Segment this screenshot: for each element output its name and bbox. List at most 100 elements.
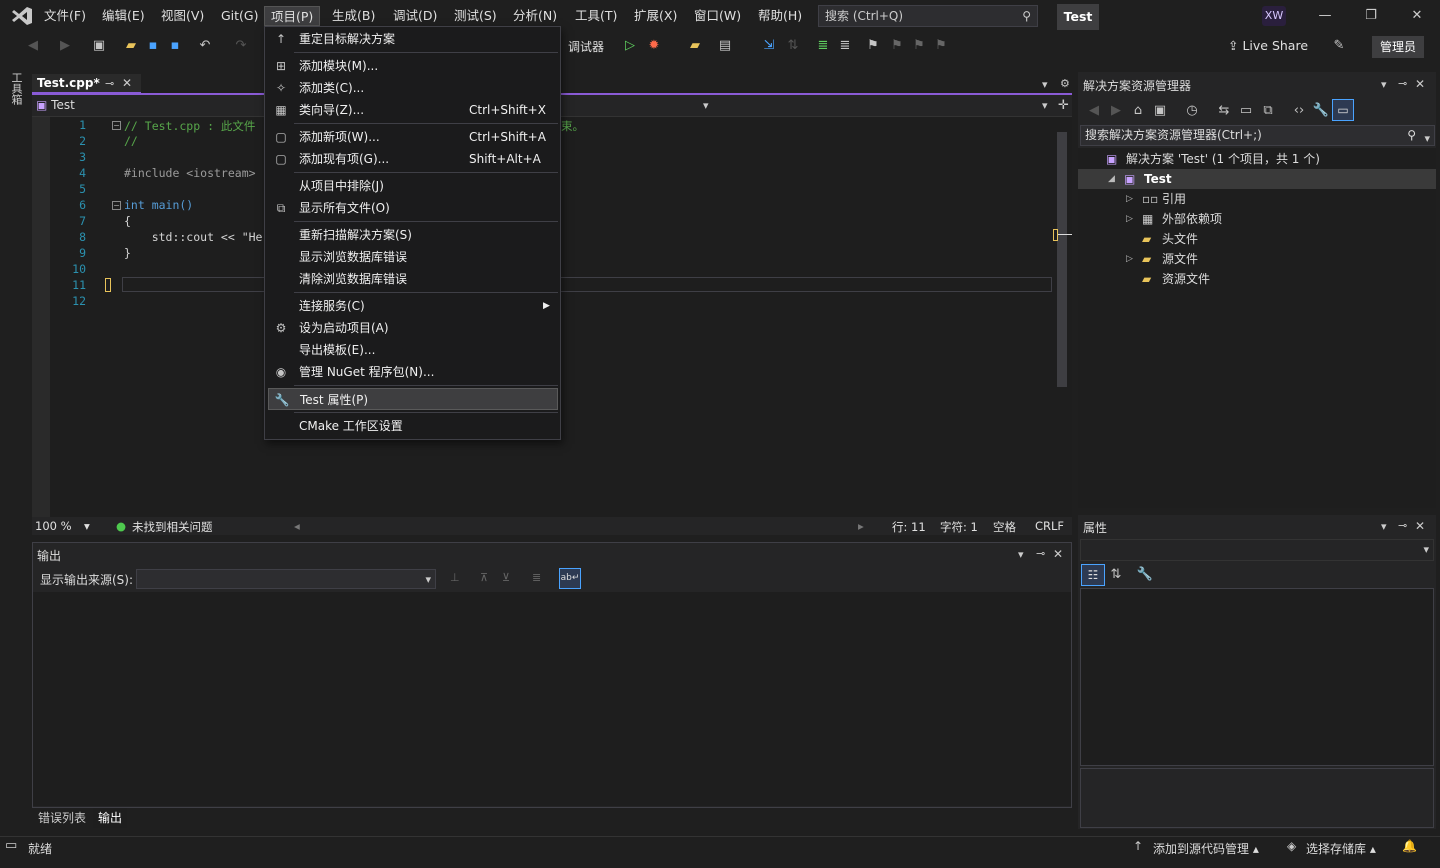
- project-menu-item[interactable]: ◉ 管理 NuGet 程序包(N)...: [268, 361, 558, 383]
- clear-bookmarks-icon[interactable]: ⚑: [932, 36, 950, 56]
- clear-all-icon[interactable]: ≣: [532, 571, 541, 584]
- menu-item[interactable]: 编辑(E): [96, 6, 151, 26]
- categorized-icon[interactable]: ☷: [1081, 564, 1105, 586]
- output-options-icon[interactable]: ▾: [1018, 548, 1024, 561]
- expand-toggle-icon[interactable]: ▷: [1126, 209, 1133, 229]
- project-menu-item[interactable]: 重新扫描解决方案(S): [268, 224, 558, 246]
- output-text-area[interactable]: [33, 592, 1071, 806]
- expand-toggle-icon[interactable]: ▷: [1126, 249, 1133, 269]
- project-menu-item[interactable]: 导出模板(E)...: [268, 339, 558, 361]
- fold-toggle-icon[interactable]: −: [112, 121, 121, 130]
- prev-bookmark-icon[interactable]: ⚑: [888, 36, 906, 56]
- undo-icon[interactable]: ↶: [196, 36, 214, 56]
- forward-icon[interactable]: ▶: [56, 36, 74, 56]
- restore-button[interactable]: ❐: [1348, 4, 1394, 28]
- preview-selected-icon[interactable]: ▭: [1332, 99, 1354, 121]
- open-folder-icon[interactable]: ▰: [122, 36, 140, 56]
- tree-item[interactable]: ▷ ▫▫ 引用: [1078, 189, 1436, 209]
- tree-item[interactable]: ◢ ▣ Test: [1078, 169, 1436, 189]
- nav-project-dropdown[interactable]: ▣ Test: [36, 98, 75, 112]
- project-menu-item[interactable]: 从项目中排除(J): [268, 175, 558, 197]
- project-menu-item[interactable]: ✧ 添加类(C)...: [268, 77, 558, 99]
- debugger-label[interactable]: 调试器: [568, 38, 604, 55]
- project-menu-item[interactable]: ▦ 类向导(Z)... Ctrl+Shift+X: [268, 99, 558, 121]
- pin-icon[interactable]: ⊸: [105, 77, 114, 90]
- home-icon[interactable]: ⌂: [1129, 101, 1147, 121]
- prop-close-icon[interactable]: ✕: [1415, 519, 1425, 533]
- project-menu-item[interactable]: 连接服务(C) ▶: [268, 295, 558, 317]
- scope-dropdown-icon[interactable]: ▾: [703, 99, 709, 112]
- menu-item[interactable]: 扩展(X): [628, 6, 683, 26]
- solution-folder-icon[interactable]: ▰: [686, 36, 704, 56]
- menu-item[interactable]: 分析(N): [507, 6, 563, 26]
- next-message-icon[interactable]: ⊻: [502, 571, 510, 584]
- save-icon[interactable]: ▪: [144, 36, 162, 56]
- bookmark-icon[interactable]: ⚑: [864, 36, 882, 56]
- spaces-status[interactable]: 空格: [993, 519, 1016, 535]
- indent-icon[interactable]: ≣: [814, 36, 832, 56]
- notification-icon[interactable]: ▭: [5, 838, 17, 853]
- solution-explorer-search[interactable]: 搜索解决方案资源管理器(Ctrl+;) ⚲ ▾: [1080, 125, 1435, 146]
- member-dropdown-icon[interactable]: ▾: [1042, 99, 1048, 112]
- pending-changes-icon[interactable]: ◷: [1183, 101, 1201, 121]
- project-menu-item[interactable]: ▢ 添加新项(W)... Ctrl+Shift+A: [268, 126, 558, 148]
- project-menu-item[interactable]: ⧉ 显示所有文件(O): [268, 197, 558, 219]
- project-menu-item[interactable]: 清除浏览数据库错误: [268, 268, 558, 290]
- next-bookmark-icon[interactable]: ⚑: [910, 36, 928, 56]
- tree-item[interactable]: ▣ 解决方案 'Test' (1 个项目，共 1 个): [1078, 149, 1436, 169]
- sync-icon[interactable]: ⇆: [1215, 101, 1233, 121]
- minimize-button[interactable]: —: [1302, 4, 1348, 28]
- project-menu-item[interactable]: ↑ 重定目标解决方案: [268, 28, 558, 50]
- code-view-icon[interactable]: ‹›: [1290, 101, 1308, 121]
- project-menu-item[interactable]: ▢ 添加现有项(G)... Shift+Alt+A: [268, 148, 558, 170]
- se-back-icon[interactable]: ◀: [1085, 101, 1103, 121]
- collapse-all-icon[interactable]: ▭: [1237, 101, 1255, 121]
- line-number-status[interactable]: 行: 11: [892, 519, 926, 535]
- scrollbar-thumb[interactable]: [1057, 132, 1067, 387]
- tab-list-dropdown-icon[interactable]: ▾: [1042, 78, 1048, 91]
- step-over-icon[interactable]: ⇅: [784, 36, 802, 56]
- tab-output[interactable]: 输出: [93, 808, 128, 828]
- zoom-dropdown-icon[interactable]: ▾: [84, 519, 90, 533]
- tree-item[interactable]: ▰ 头文件: [1078, 229, 1436, 249]
- select-repository[interactable]: 选择存储库 ▴: [1306, 840, 1376, 857]
- step-icon[interactable]: ⇲: [760, 36, 778, 56]
- menu-item[interactable]: 测试(S): [448, 6, 503, 26]
- eol-status[interactable]: CRLF: [1035, 519, 1064, 533]
- property-pages-icon[interactable]: 🔧: [1136, 565, 1154, 585]
- settings-gear-icon[interactable]: ⚙: [1060, 77, 1070, 90]
- menu-item[interactable]: 项目(P): [264, 6, 321, 26]
- output-source-select[interactable]: ▾: [136, 569, 436, 589]
- menu-item[interactable]: 生成(B): [326, 6, 381, 26]
- menu-item[interactable]: 窗口(W): [688, 6, 747, 26]
- layout-icon[interactable]: ▤: [716, 36, 734, 56]
- se-options-icon[interactable]: ▾: [1381, 78, 1387, 91]
- zoom-level[interactable]: 100 %: [35, 519, 72, 533]
- prop-options-icon[interactable]: ▾: [1381, 520, 1387, 533]
- prop-pin-icon[interactable]: ⊸: [1398, 519, 1407, 532]
- se-forward-icon[interactable]: ▶: [1107, 101, 1125, 121]
- search-options-icon[interactable]: ▾: [1424, 129, 1430, 148]
- save-all-icon[interactable]: ▪: [166, 36, 184, 56]
- project-menu-item[interactable]: ⊞ 添加模块(M)...: [268, 55, 558, 77]
- start-without-debugging-icon[interactable]: ▷: [621, 36, 639, 56]
- properties-object-select[interactable]: ▾: [1080, 539, 1434, 561]
- project-menu-item[interactable]: 🔧 Test 属性(P): [268, 388, 558, 410]
- output-close-icon[interactable]: ✕: [1053, 547, 1063, 561]
- issues-status[interactable]: 未找到相关问题: [132, 519, 213, 535]
- search-box[interactable]: 搜索 (Ctrl+Q) ⚲: [818, 5, 1038, 27]
- tab-error-list[interactable]: 错误列表: [33, 808, 91, 828]
- hot-reload-icon[interactable]: ✹: [645, 36, 663, 56]
- scroll-right-icon[interactable]: ▸: [858, 519, 864, 533]
- toolbox-tab[interactable]: 工具箱: [8, 72, 24, 105]
- expand-toggle-icon[interactable]: ▷: [1126, 189, 1133, 209]
- menu-item[interactable]: 调试(D): [387, 6, 443, 26]
- solution-name-badge[interactable]: Test: [1057, 4, 1099, 30]
- menu-item[interactable]: 文件(F): [38, 6, 92, 26]
- output-pin-icon[interactable]: ⊸: [1036, 547, 1045, 560]
- se-close-icon[interactable]: ✕: [1415, 77, 1425, 91]
- project-menu-item[interactable]: ⚙ 设为启动项目(A): [268, 317, 558, 339]
- avatar[interactable]: XW: [1262, 6, 1286, 26]
- redo-icon[interactable]: ↷: [232, 36, 250, 56]
- properties-wrench-icon[interactable]: 🔧: [1312, 101, 1330, 121]
